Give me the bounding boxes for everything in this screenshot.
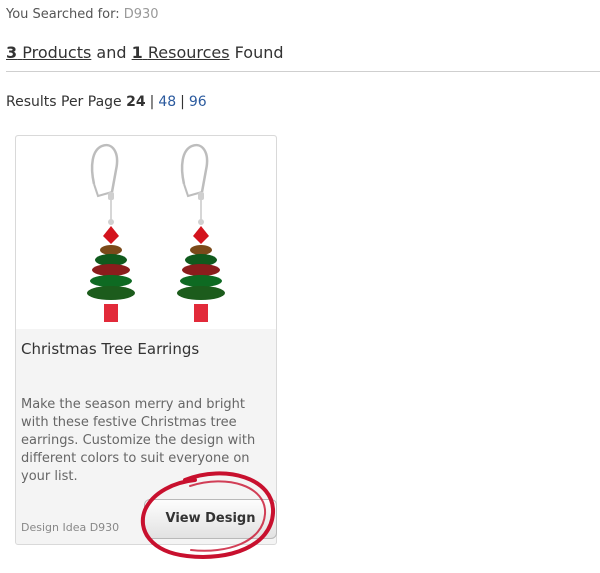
resources-link[interactable]: 1 Resources <box>132 43 230 62</box>
per-page-option-48[interactable]: 48 <box>158 94 176 110</box>
resources-count: 1 <box>131 43 143 62</box>
per-page-label: Results Per Page <box>6 94 122 110</box>
per-page-separator: | <box>180 94 185 110</box>
design-idea-id: Design Idea D930 <box>21 521 120 534</box>
search-prefix: You Searched for: <box>6 7 124 22</box>
per-page-separator: | <box>149 94 155 110</box>
results-per-page: Results Per Page 24 | 48 | 96 <box>6 94 207 110</box>
product-image[interactable] <box>16 136 276 329</box>
products-label: Products <box>22 43 92 62</box>
red-circle-annotation <box>140 471 276 559</box>
search-summary: You Searched for: D930 <box>6 7 159 22</box>
product-title[interactable]: Christmas Tree Earrings <box>21 340 199 358</box>
found-text: Found <box>234 43 284 62</box>
search-term: D930 <box>123 7 159 22</box>
per-page-option-96[interactable]: 96 <box>189 94 207 110</box>
products-count: 3 <box>6 43 18 62</box>
products-link[interactable]: 3 Products <box>6 43 91 62</box>
results-count: 3 Products and 1 Resources Found <box>6 43 284 62</box>
christmas-tree-earrings-image <box>87 143 225 322</box>
resources-label: Resources <box>147 43 230 62</box>
per-page-current: 24 <box>126 94 146 110</box>
divider <box>6 71 600 72</box>
and-text: and <box>96 43 127 62</box>
